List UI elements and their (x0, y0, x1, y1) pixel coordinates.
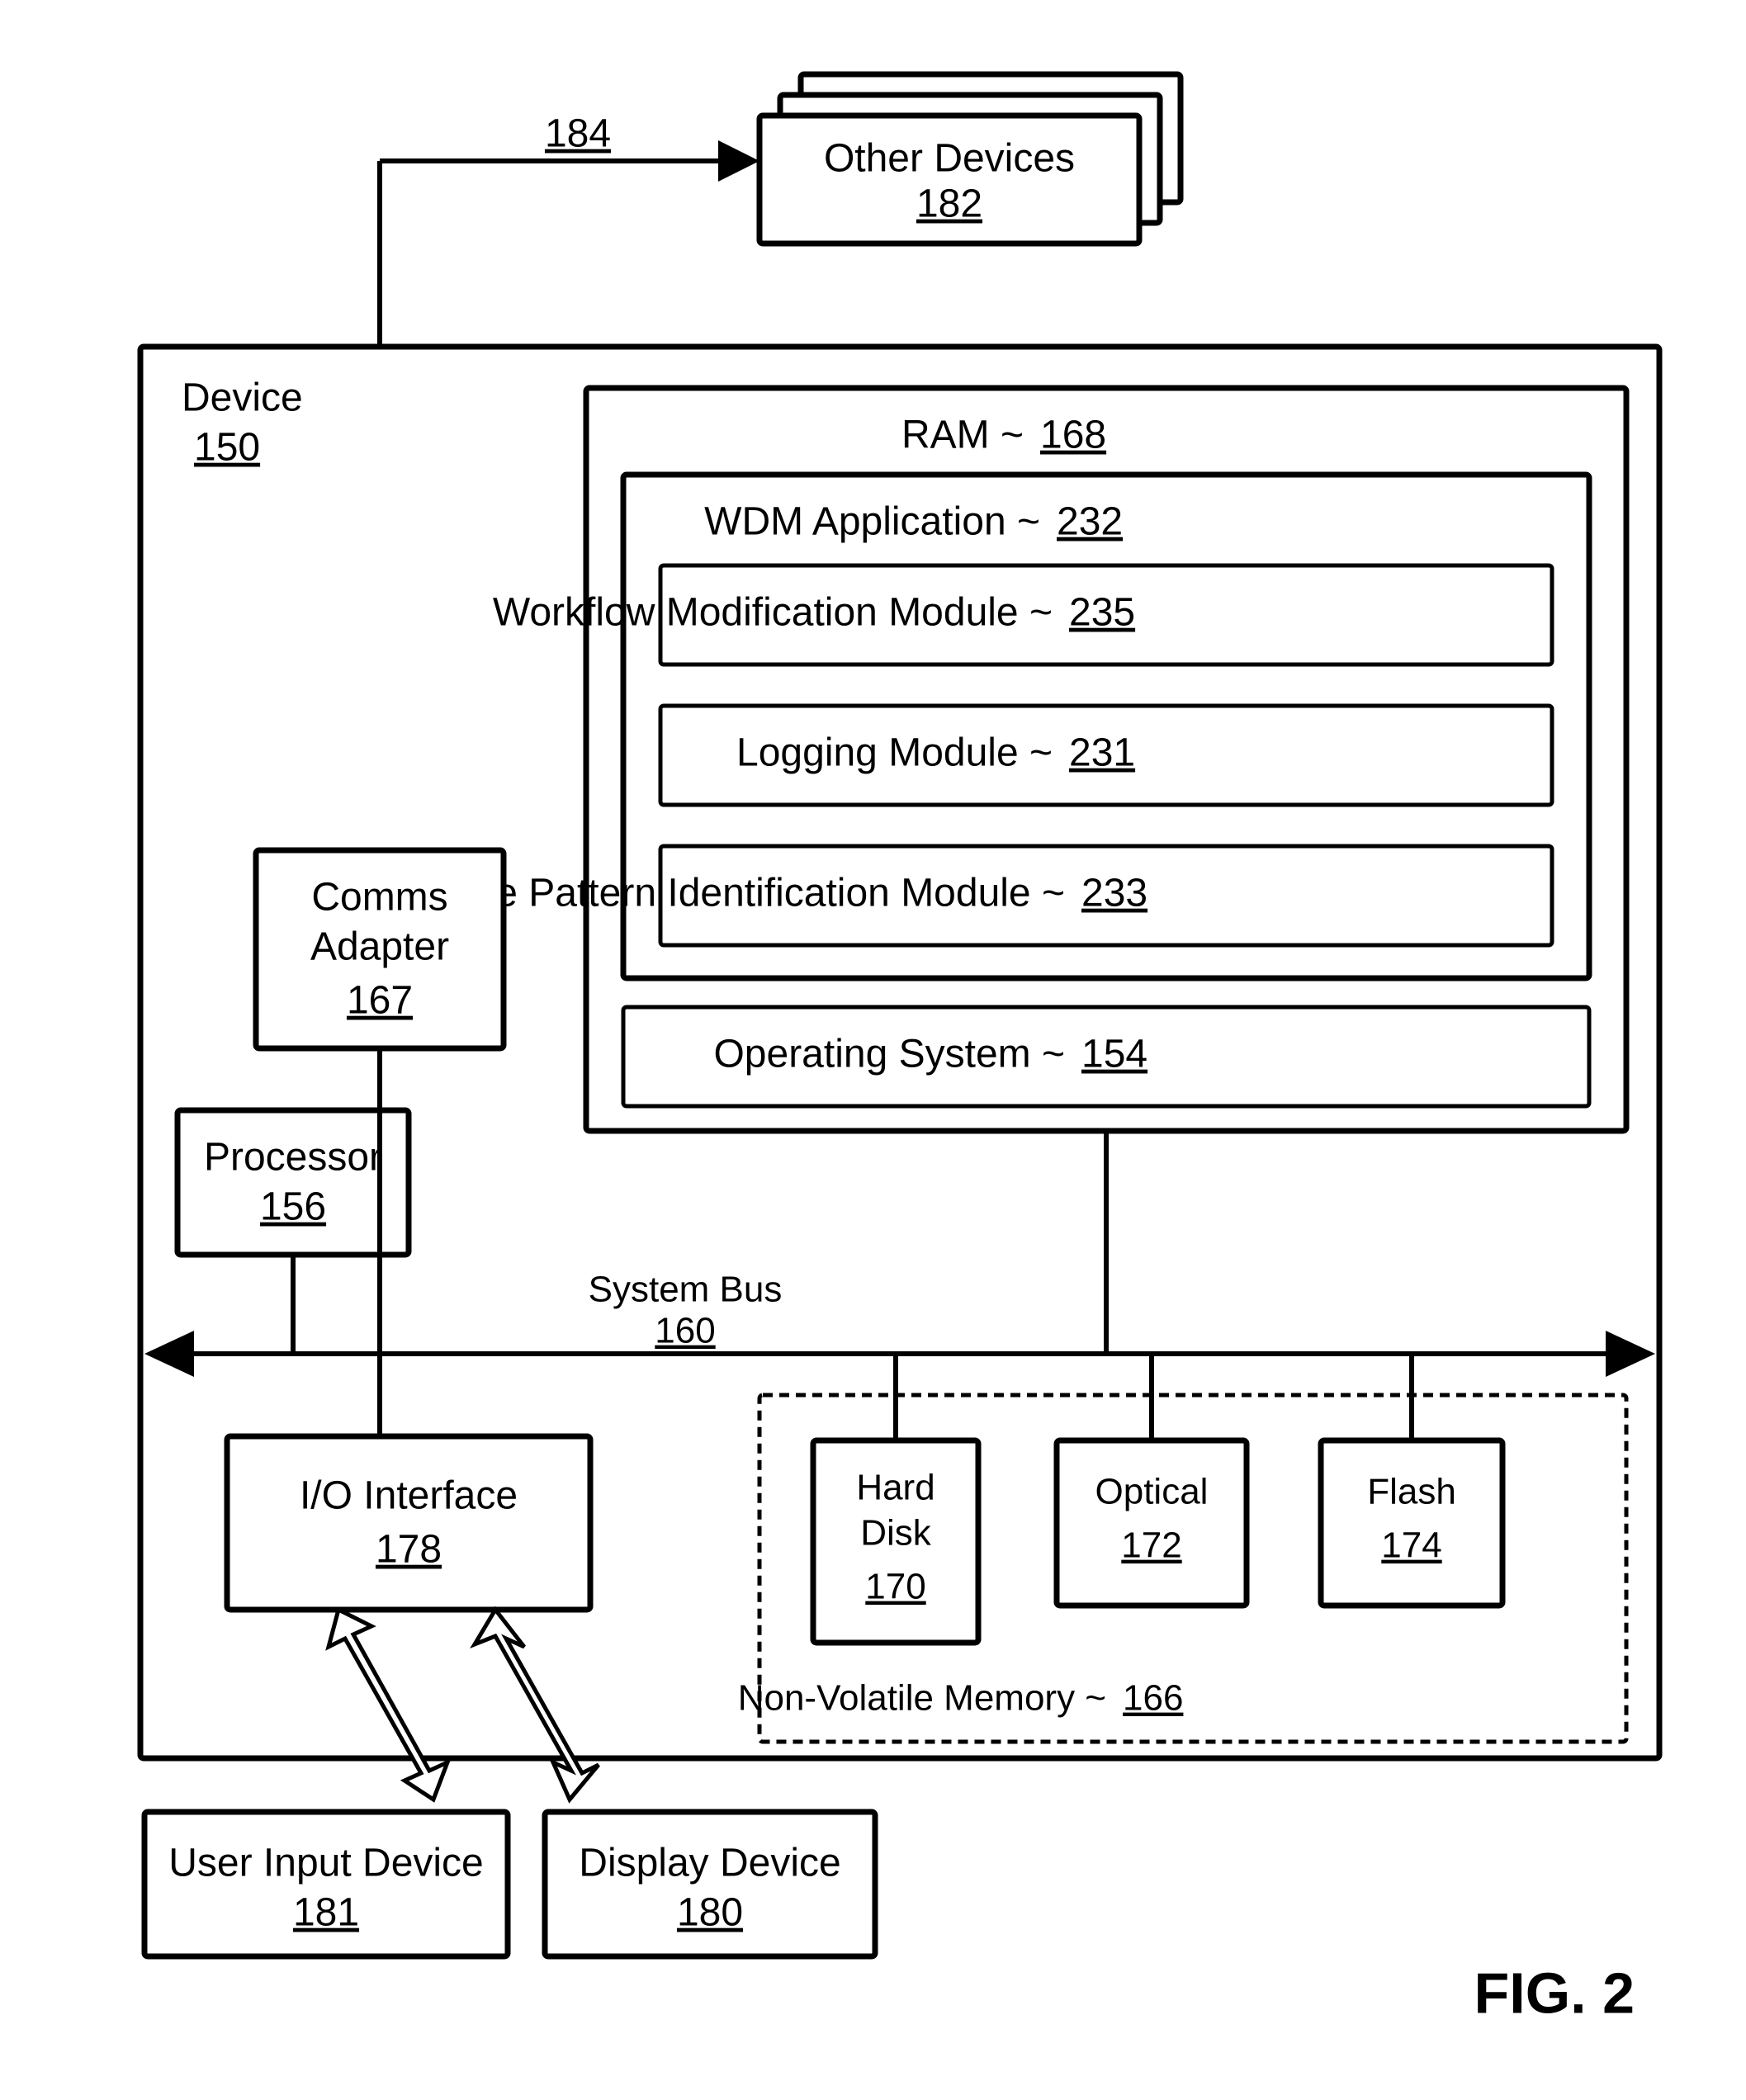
workflow-mod-label: Workflow Modification Module ~ (493, 591, 1053, 635)
user-input-label: User Input Device (168, 1842, 484, 1885)
comms-adapter-label1: Comms (311, 876, 447, 920)
system-bus-num: 160 (655, 1311, 715, 1351)
logging-num: 231 (1069, 731, 1135, 775)
device-label: Device (182, 376, 303, 420)
io-interface-num: 178 (376, 1528, 442, 1572)
os-num: 154 (1081, 1033, 1147, 1076)
workflow-mod-num: 235 (1069, 591, 1135, 635)
hard-disk-label1: Hard (856, 1468, 935, 1508)
figure-2-diagram: Other Devices 182 184 Device 150 RAM ~ 1… (0, 0, 1746, 2100)
processor-box (177, 1110, 409, 1255)
system-bus-label: System Bus (589, 1270, 783, 1310)
processor-label: Processor (204, 1136, 382, 1180)
io-interface-label: I/O Interface (300, 1474, 518, 1518)
display-label: Display Device (579, 1842, 840, 1885)
user-input-num: 181 (293, 1891, 359, 1935)
wdm-app-num: 232 (1057, 500, 1123, 544)
other-devices-num: 182 (916, 182, 982, 226)
other-devices-block: Other Devices 182 (759, 74, 1181, 244)
os-label: Operating System ~ (713, 1033, 1065, 1076)
ram-label: RAM ~ (901, 414, 1024, 457)
processor-num: 156 (260, 1185, 326, 1229)
wdm-app-label: WDM Application ~ (704, 500, 1040, 544)
other-devices-label: Other Devices (824, 137, 1075, 181)
logging-label: Logging Module ~ (736, 731, 1053, 775)
flash-num: 174 (1381, 1525, 1441, 1566)
optical-label: Optical (1095, 1472, 1209, 1512)
comms-adapter-num: 167 (347, 979, 413, 1023)
optical-num: 172 (1121, 1525, 1181, 1566)
nvmem-label: Non-Volatile Memory ~ (738, 1678, 1106, 1719)
flash-box (1321, 1440, 1502, 1606)
device-num: 150 (194, 426, 260, 470)
io-interface-box (227, 1436, 590, 1610)
hard-disk-label2: Disk (860, 1513, 932, 1554)
nvmem-num: 166 (1123, 1678, 1183, 1719)
msg-pattern-num: 233 (1081, 872, 1147, 915)
optical-box (1057, 1440, 1247, 1606)
ram-num: 168 (1040, 414, 1106, 457)
display-num: 180 (677, 1891, 743, 1935)
comms-adapter-label2: Adapter (310, 925, 449, 969)
flash-label: Flash (1367, 1472, 1456, 1512)
hard-disk-num: 170 (865, 1567, 925, 1607)
link-184-num: 184 (545, 112, 611, 156)
figure-label: FIG. 2 (1474, 1960, 1635, 2025)
